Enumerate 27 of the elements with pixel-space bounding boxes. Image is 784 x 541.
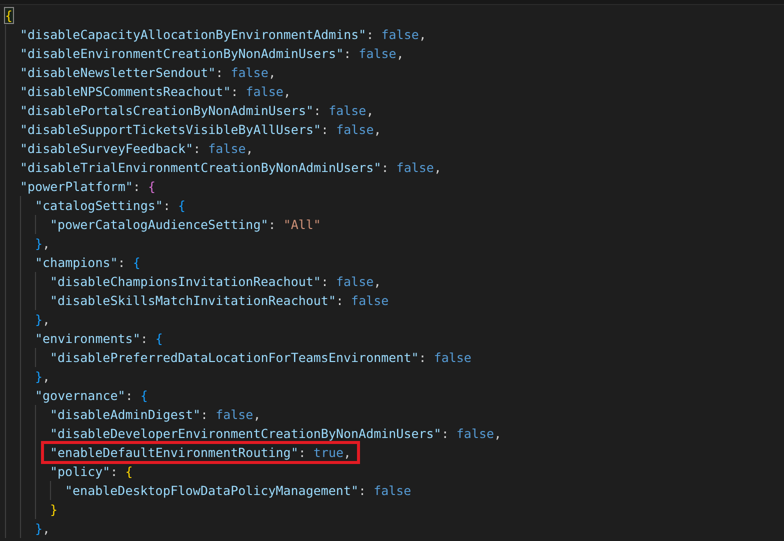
code-line: "disableSkillsMatchInvitationReachout": false: [50, 292, 389, 310]
code-line: "champions": {: [35, 254, 140, 272]
code-line: "enableDefaultEnvironmentRouting": true,: [50, 444, 352, 461]
code-line: "disableChampionsInvitationReachout": false,: [50, 273, 382, 291]
code-line: "governance": {: [35, 387, 148, 405]
code-line: "disableAdminDigest": false,: [50, 406, 261, 424]
code-line: },: [35, 520, 50, 538]
code-line: },: [35, 368, 50, 386]
code-line: "powerPlatform": {: [20, 178, 156, 196]
code-line: }: [50, 501, 58, 519]
code-line: "disableNPSCommentsReachout": false,: [20, 83, 291, 101]
code-line: },: [35, 235, 50, 253]
code-line: "catalogSettings": {: [35, 197, 186, 215]
code-line: "environments": {: [35, 330, 163, 348]
code-line: "disableNewsletterSendout": false,: [20, 64, 276, 82]
code-line: "disableDeveloperEnvironmentCreationByNonAdminUsers": false,: [50, 425, 502, 443]
code-line: "powerCatalogAudienceSetting": "All": [50, 216, 321, 234]
code-line: "enableDesktopFlowDataPolicyManagement": false: [65, 482, 412, 500]
code-line: "disableEnvironmentCreationByNonAdminUsers": false,: [20, 45, 404, 63]
code-line: "disableSurveyFeedback": false,: [20, 140, 254, 158]
code-line: "disableCapacityAllocationByEnvironmentAdmins": false,: [20, 26, 426, 44]
code-line: "disablePortalsCreationByNonAdminUsers": false,: [20, 102, 374, 120]
code-line: "disablePreferredDataLocationForTeamsEnvironment": false: [50, 349, 472, 367]
code-line: "policy": {: [50, 463, 133, 481]
code-line: "disableTrialEnvironmentCreationByNonAdminUsers": false,: [20, 159, 442, 177]
code-line: "disableSupportTicketsVisibleByAllUsers": false,: [20, 121, 382, 139]
code-line: },: [35, 311, 50, 329]
